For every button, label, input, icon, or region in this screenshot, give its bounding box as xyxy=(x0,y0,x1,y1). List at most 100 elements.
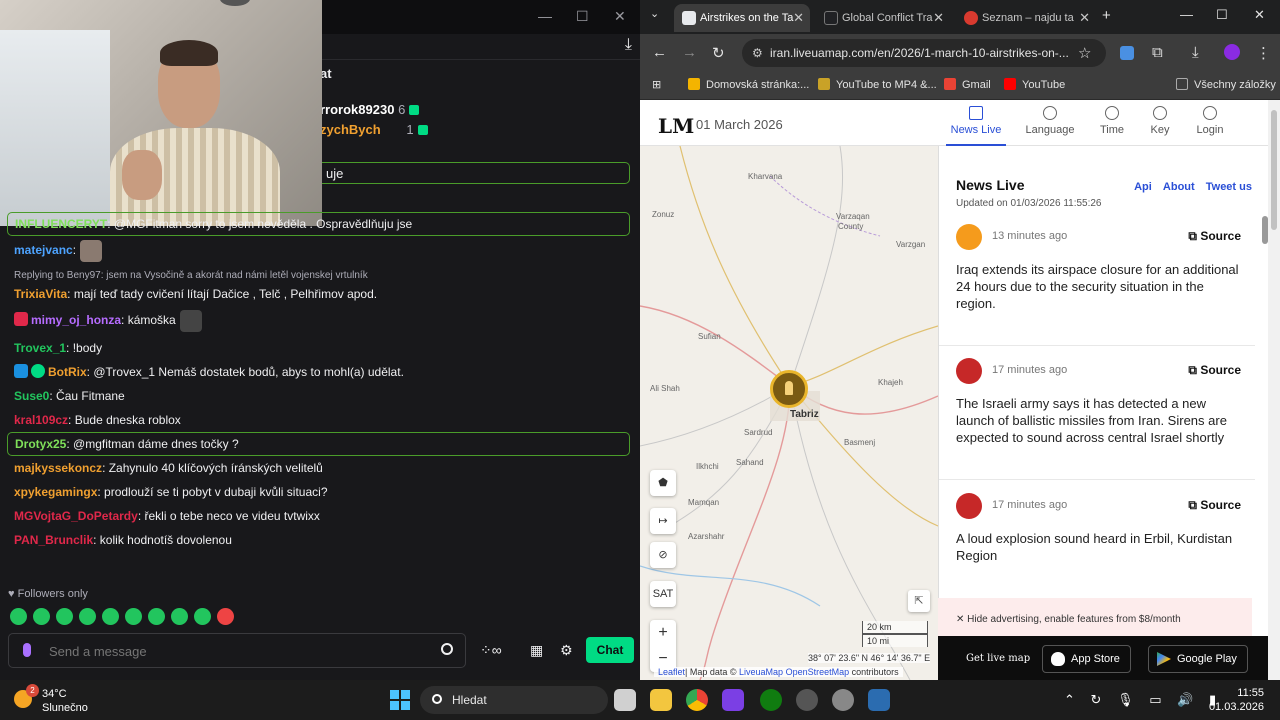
source-link[interactable]: ⧉ Source xyxy=(1188,498,1241,513)
news-item[interactable]: 17 minutes ago ⧉ Source A loud explosion… xyxy=(939,487,1255,591)
bookmark-item[interactable]: YouTube xyxy=(1004,78,1065,91)
reload-icon[interactable]: ↻ xyxy=(712,44,725,62)
osm-link[interactable]: OpenStreetMap xyxy=(786,667,850,677)
chat-username[interactable]: TrixiaVita xyxy=(14,287,67,301)
bookmark-item[interactable]: Domovská stránka:... xyxy=(688,78,809,91)
store-icon[interactable]: ▦ xyxy=(530,642,543,659)
chat-message[interactable]: majkyssekoncz: Zahynulo 40 klíčových írá… xyxy=(0,456,640,480)
emote-icon[interactable] xyxy=(125,608,142,625)
page-scrollbar[interactable] xyxy=(1268,100,1280,680)
emote-icon[interactable] xyxy=(33,608,50,625)
expand-icon[interactable]: ⇱ xyxy=(908,590,930,612)
tray-network-icon[interactable]: ▭ xyxy=(1149,692,1161,707)
tab-list-icon[interactable]: ⌄ xyxy=(650,7,659,20)
maximize-icon[interactable]: ☐ xyxy=(576,8,589,25)
advert-banner[interactable]: ✕ Hide advertising, enable features from… xyxy=(938,598,1252,636)
menu-icon[interactable]: ⋮ xyxy=(1256,44,1271,62)
news-item[interactable]: 17 minutes ago ⧉ Source The Israeli army… xyxy=(939,352,1255,480)
chat-username[interactable]: xpykegamingx xyxy=(14,485,97,499)
app-icon[interactable] xyxy=(868,689,890,711)
leaflet-link[interactable]: Leaflet xyxy=(658,667,685,677)
chat-message[interactable]: PAN_Brunclik: kolik hodnotíš dovolenou xyxy=(0,528,640,552)
reply-context[interactable]: Replying to Beny97: jsem na Vysočině a a… xyxy=(0,266,640,282)
liveuamap-link[interactable]: LiveuaMap xyxy=(739,667,783,677)
all-bookmarks[interactable]: Všechny záložky xyxy=(1176,78,1276,91)
emote-icon[interactable] xyxy=(194,608,211,625)
tab-close-icon[interactable]: ✕ xyxy=(933,4,944,32)
tab-close-icon[interactable]: ✕ xyxy=(1079,4,1090,32)
chat-message[interactable]: Drotyx25: @mgfitman dáme dnes točky ? xyxy=(7,432,630,456)
minimize-icon[interactable]: — xyxy=(538,8,552,24)
profile-avatar[interactable] xyxy=(1224,44,1240,60)
chat-username[interactable]: Suse0 xyxy=(14,389,49,403)
app-store-button[interactable]: App Store xyxy=(1042,645,1131,673)
obs-icon[interactable] xyxy=(796,689,818,711)
tray-sync-icon[interactable]: ↻ xyxy=(1091,692,1102,707)
download-icon[interactable]: ⤓ xyxy=(625,36,632,54)
taskbar-search[interactable]: Hledat xyxy=(420,686,608,714)
back-icon[interactable]: ← xyxy=(652,44,667,61)
emote-icon[interactable] xyxy=(102,608,119,625)
chat-username[interactable]: PAN_Brunclik xyxy=(14,533,93,547)
source-link[interactable]: ⧉ Source xyxy=(1188,363,1241,378)
chat-message[interactable]: mimy_oj_honza: kámoška xyxy=(0,306,640,336)
app-icon[interactable] xyxy=(722,689,744,711)
chat-message[interactable]: matejvanc: xyxy=(0,236,640,266)
chat-message[interactable]: TrixiaVita: mají teď tady cvičení lítají… xyxy=(0,282,640,306)
chat-username[interactable]: Trovex_1 xyxy=(14,341,66,355)
emote-icon[interactable] xyxy=(10,608,27,625)
emoji-icon[interactable] xyxy=(441,643,453,655)
chat-message[interactable]: MGVojtaG_DoPetardy: řekli o tebe neco ve… xyxy=(0,504,640,528)
zoom-in-button[interactable]: + xyxy=(650,620,676,646)
user-badge-icon[interactable] xyxy=(14,364,28,378)
maximize-icon[interactable]: ☐ xyxy=(1216,7,1228,23)
message-input[interactable] xyxy=(49,641,429,661)
tab-airstrikes[interactable]: Airstrikes on the Ta ✕ xyxy=(674,4,810,32)
page-scroll-thumb[interactable] xyxy=(1271,110,1277,230)
start-button[interactable] xyxy=(390,690,410,710)
downloads-icon[interactable]: ⤓ xyxy=(1192,44,1199,61)
emote-icon[interactable] xyxy=(217,608,234,625)
site-info-icon[interactable]: ⚙ xyxy=(752,39,763,67)
emote-icon[interactable] xyxy=(171,608,188,625)
tab-seznam[interactable]: Seznam – najdu ta ✕ xyxy=(956,4,1096,32)
minimize-icon[interactable]: — xyxy=(1180,7,1193,22)
extensions-puzzle-icon[interactable]: ⧉ xyxy=(1152,44,1163,61)
xbox-icon[interactable] xyxy=(760,689,782,711)
tweet-us-link[interactable]: Tweet us xyxy=(1206,181,1252,193)
pinned-message[interactable]: uje xyxy=(320,162,630,184)
address-bar[interactable]: ⚙ iran.liveuamap.com/en/2026/1-march-10-… xyxy=(742,39,1106,67)
api-link[interactable]: Api xyxy=(1134,181,1152,193)
about-link[interactable]: About xyxy=(1163,181,1195,193)
gifter-row[interactable]: rrorok89230 6 xyxy=(320,100,428,120)
chat-message[interactable]: kral109cz: Bude dneska roblox xyxy=(0,408,640,432)
source-link[interactable]: ⧉ Source xyxy=(1188,229,1241,244)
satellite-toggle[interactable]: SAT xyxy=(650,581,676,607)
chrome-icon[interactable] xyxy=(686,689,708,711)
chat-message[interactable]: Suse0: Čau Fitmane xyxy=(0,384,640,408)
bookmark-item[interactable]: YouTube to MP4 &... xyxy=(818,78,937,91)
file-explorer-icon[interactable] xyxy=(650,689,672,711)
close-icon[interactable]: ✕ xyxy=(614,8,626,25)
forward-icon[interactable]: → xyxy=(682,44,697,61)
chat-username[interactable]: matejvanc xyxy=(14,243,73,257)
chat-message[interactable]: xpykegamingx: prodlouží se ti pobyt v du… xyxy=(0,480,640,504)
chat-username[interactable]: INFLUENCERYT xyxy=(15,217,107,231)
measure-icon[interactable]: ↦ xyxy=(650,508,676,534)
chat-send-button[interactable]: Chat xyxy=(586,637,634,663)
chat-message-list[interactable]: INFLUENCERYT: @MGFitman sorry to jsem ne… xyxy=(0,212,640,552)
verified-badge-icon[interactable] xyxy=(31,364,45,378)
new-tab-icon[interactable]: + xyxy=(1102,7,1111,24)
apps-icon[interactable]: ⊞ xyxy=(652,78,661,91)
nav-language[interactable]: Language xyxy=(1020,106,1080,136)
chat-username[interactable]: BotRix xyxy=(48,365,87,379)
points-icon[interactable]: ⁘∞ xyxy=(480,642,502,659)
tab-global-conflict[interactable]: Global Conflict Tra ✕ xyxy=(816,4,950,32)
extension-icon[interactable] xyxy=(1120,46,1134,60)
chat-message[interactable]: BotRix: @Trovex_1 Nemáš dostatek bodů, a… xyxy=(0,360,640,384)
user-badge-icon[interactable] xyxy=(14,312,28,327)
chat-username[interactable]: MGVojtaG_DoPetardy xyxy=(14,509,138,523)
clock[interactable]: 11:55 01.03.2026 xyxy=(1209,686,1264,714)
chat-message[interactable]: Trovex_1: !body xyxy=(0,336,640,360)
google-play-button[interactable]: Google Play xyxy=(1148,645,1248,673)
